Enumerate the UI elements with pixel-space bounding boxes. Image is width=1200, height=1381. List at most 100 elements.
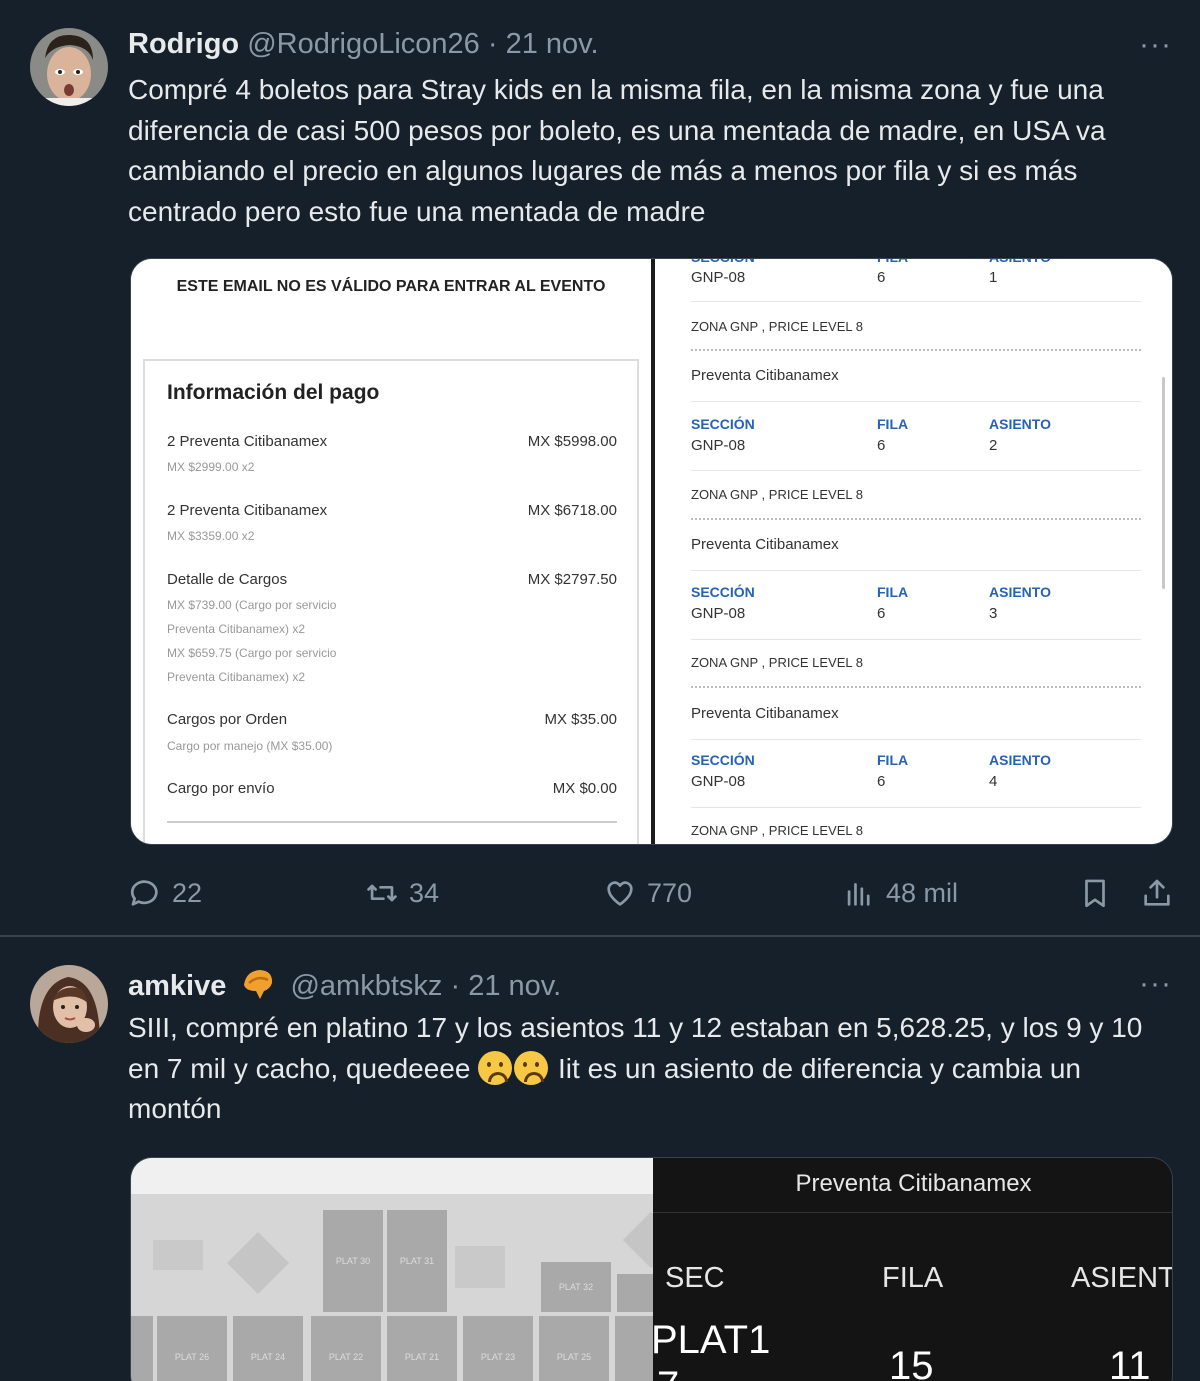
tweet-text: SIII, compré en platino 17 y los asiento…: [128, 1008, 1178, 1130]
tweet-header: amkive @amkbtskz · 21 nov.: [128, 967, 561, 1009]
payment-row-amount: MX $35.00: [544, 711, 617, 728]
map-section-label: PLAT 24: [250, 1352, 286, 1362]
map-section-label: PLAT 23: [480, 1352, 516, 1362]
ticket-seat: 3: [989, 605, 998, 622]
retweet-button[interactable]: 34: [365, 870, 439, 916]
payment-row-amount: MX $2797.50: [527, 571, 617, 588]
scrollbar[interactable]: [1162, 377, 1165, 589]
user-handle[interactable]: @amkbtskz: [290, 970, 442, 1002]
reply-icon: [130, 880, 158, 906]
display-name[interactable]: Rodrigo: [128, 28, 239, 60]
payment-row-detail: Preventa Citibanamex) x2: [167, 670, 306, 684]
invalid-email-notice: ESTE EMAIL NO ES VÁLIDO PARA ENTRAR AL E…: [176, 278, 606, 295]
views-button[interactable]: 48 mil: [842, 870, 958, 916]
map-section-label: PLAT 25: [556, 1352, 592, 1362]
payment-row-label: Detalle de Cargos: [167, 571, 288, 588]
ticket-presale: Preventa Citibanamex: [691, 536, 839, 553]
views-chart-icon: [847, 883, 870, 906]
ticket-seat-value: 11: [1109, 1344, 1151, 1381]
retweet-count: 34: [409, 877, 440, 908]
divider: [167, 821, 617, 823]
ticket-section-label: SECCIÓN: [691, 416, 755, 432]
ticket-zone: ZONA GNP , PRICE LEVEL 8: [691, 823, 863, 838]
share-icon[interactable]: [1140, 876, 1174, 915]
dotted-divider: [691, 686, 1141, 688]
payment-row-detail: Preventa Citibanamex) x2: [167, 622, 306, 636]
map-section-label: PLAT 22: [328, 1352, 364, 1362]
ticket-seat-header: ASIENT: [1071, 1262, 1173, 1294]
map-section: PLAT 25: [539, 1316, 609, 1381]
ticket-seat-label: ASIENTO: [989, 416, 1051, 432]
map-section: [615, 1316, 653, 1381]
payment-row-label: 2 Preventa Citibanamex: [167, 433, 328, 450]
ticket-screenshot: Preventa Citibanamex SEC FILA ASIENT PLA…: [653, 1158, 1173, 1381]
ticket-seat: 4: [989, 773, 998, 790]
ticket-seat-label: ASIENTO: [989, 259, 1051, 265]
map-section-label: PLAT 31: [399, 1256, 435, 1266]
divider: [691, 639, 1141, 640]
user-handle[interactable]: @RodrigoLicon26: [247, 28, 480, 60]
ticket-seat-label: ASIENTO: [989, 752, 1051, 768]
map-section-label: PLAT 32: [558, 1282, 594, 1292]
map-section: [131, 1316, 153, 1381]
ticket-row: 6: [877, 437, 886, 454]
map-block: [455, 1246, 505, 1288]
ticket-presale-title: Preventa Citibanamex: [795, 1170, 1032, 1197]
tickets-screenshot: SECCIÓN FILA ASIENTO GNP-08 6 1 ZONA GNP…: [655, 259, 1172, 844]
separator-dot: ·: [450, 970, 461, 1002]
avatar[interactable]: [30, 965, 108, 1043]
ticket-row-label: FILA: [877, 416, 909, 432]
tweet-date[interactable]: 21 nov.: [468, 970, 561, 1002]
payment-row-detail: MX $2999.00 x2: [167, 460, 255, 474]
ticket-row: 6: [877, 605, 886, 622]
divider: [691, 470, 1141, 471]
heart-icon: [607, 881, 633, 906]
avatar[interactable]: [30, 28, 108, 106]
venue-map-screenshot: PLAT 30 PLAT 31 PLAT 32 PLAT 26 PLAT 24 …: [131, 1158, 653, 1381]
ticket-row-header: FILA: [882, 1262, 944, 1294]
ticket-row-value: 15: [889, 1344, 934, 1381]
tweet-rodrigo[interactable]: Rodrigo @RodrigoLicon26 · 21 nov. ··· Co…: [0, 0, 1200, 935]
payment-row-detail: MX $3359.00 x2: [167, 529, 255, 543]
payment-row-amount: MX $0.00: [552, 780, 617, 797]
reply-button[interactable]: 22: [128, 870, 202, 916]
map-section: PLAT 26: [157, 1316, 227, 1381]
ticket-section-label: SECCIÓN: [691, 259, 755, 265]
more-options-icon[interactable]: ···: [1139, 969, 1172, 999]
display-name[interactable]: amkive: [128, 970, 226, 1002]
payment-row-label: Cargo por envío: [167, 780, 275, 797]
ticket-presale: Preventa Citibanamex: [691, 705, 839, 722]
map-section-label: PLAT 26: [174, 1352, 210, 1362]
dotted-divider: [691, 349, 1141, 351]
ticket-row: 6: [877, 269, 886, 286]
like-button[interactable]: 770: [603, 870, 692, 916]
ticket-row: 6: [877, 773, 886, 790]
map-section: PLAT 24: [233, 1316, 303, 1381]
map-section: PLAT 23: [463, 1316, 533, 1381]
ticket-presale: Preventa Citibanamex: [691, 367, 839, 384]
map-block: [153, 1240, 203, 1270]
tweet-amkive[interactable]: amkive @amkbtskz · 21 nov. ··· SIII, com…: [0, 937, 1200, 1381]
payment-row-label: 2 Preventa Citibanamex: [167, 502, 328, 519]
tweet-date[interactable]: 21 nov.: [506, 28, 599, 60]
ticket-section-value: PLAT1: [653, 1318, 771, 1362]
map-section-label: PLAT 21: [404, 1352, 440, 1362]
tweet-text: Compré 4 boletos para Stray kids en la m…: [128, 74, 1106, 227]
more-options-icon[interactable]: ···: [1139, 30, 1172, 60]
retweet-icon: [367, 884, 397, 902]
ticket-zone: ZONA GNP , PRICE LEVEL 8: [691, 319, 863, 334]
divider: [691, 739, 1141, 740]
tweet-media[interactable]: PLAT 30 PLAT 31 PLAT 32 PLAT 26 PLAT 24 …: [130, 1157, 1173, 1381]
frowning-face-emoji-icon: [514, 1050, 549, 1085]
ticket-seat-label: ASIENTO: [989, 584, 1051, 600]
map-marker: [622, 1211, 653, 1269]
tweet-media[interactable]: ESTE EMAIL NO ES VÁLIDO PARA ENTRAR AL E…: [130, 258, 1173, 845]
map-stage-area: [131, 1158, 653, 1194]
bookmark-icon[interactable]: [1078, 876, 1112, 915]
map-section: PLAT 31: [387, 1210, 447, 1312]
ticket-section: GNP-08: [691, 605, 746, 622]
ticket-section: GNP-08: [691, 269, 746, 286]
views-count: 48 mil: [886, 877, 959, 908]
divider: [691, 401, 1141, 402]
map-section: PLAT 21: [387, 1316, 457, 1381]
